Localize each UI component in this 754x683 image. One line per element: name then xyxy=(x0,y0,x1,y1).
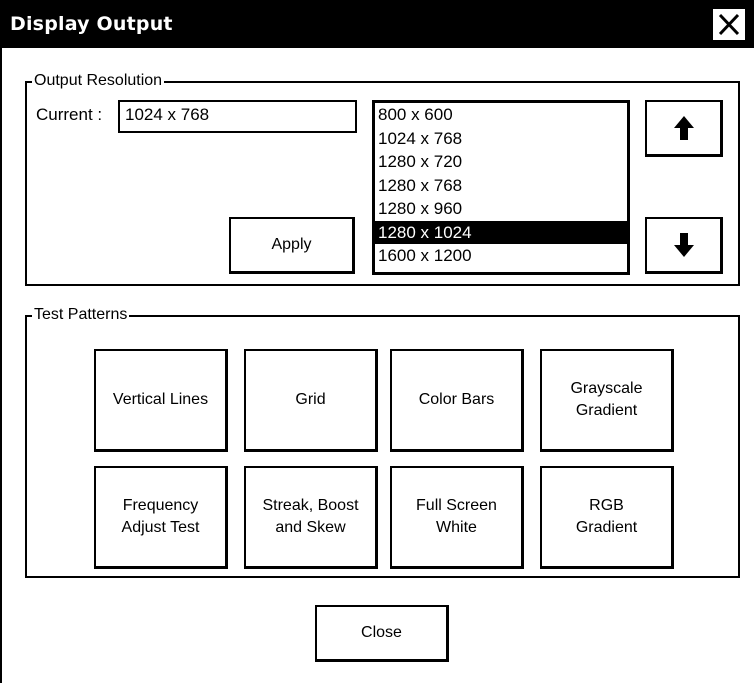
grid-button[interactable]: Grid xyxy=(244,349,378,452)
rgb-gradient-button[interactable]: RGB Gradient xyxy=(540,466,674,569)
close-window-button[interactable] xyxy=(712,8,746,41)
close-icon xyxy=(718,13,740,36)
streak-boost-skew-button[interactable]: Streak, Boost and Skew xyxy=(244,466,378,569)
test-patterns-legend: Test Patterns xyxy=(32,305,130,325)
resolution-list[interactable]: 800 x 600 1024 x 768 1280 x 720 1280 x 768 1… xyxy=(372,100,630,275)
grayscale-gradient-button[interactable]: Grayscale Gradient xyxy=(540,349,674,452)
resolution-option[interactable]: 1280 x 720 xyxy=(375,150,627,174)
color-bars-button[interactable]: Color Bars xyxy=(390,349,524,452)
move-up-button[interactable] xyxy=(645,100,723,157)
apply-button[interactable]: Apply xyxy=(229,217,355,274)
arrow-down-icon xyxy=(673,233,694,257)
arrow-up-icon xyxy=(673,116,694,140)
output-resolution-legend: Output Resolution xyxy=(32,71,165,91)
resolution-option[interactable]: 1280 x 768 xyxy=(375,174,627,198)
resolution-option[interactable]: 1280 x 960 xyxy=(375,197,627,221)
current-resolution-field[interactable]: 1024 x 768 xyxy=(118,100,357,133)
frequency-adjust-test-button[interactable]: Frequency Adjust Test xyxy=(94,466,228,569)
move-down-button[interactable] xyxy=(645,217,723,274)
vertical-lines-button[interactable]: Vertical Lines xyxy=(94,349,228,452)
window-title: Display Output xyxy=(10,13,173,35)
resolution-option[interactable]: 1600 x 1200 xyxy=(375,244,627,268)
current-resolution-label: Current : xyxy=(36,105,103,124)
resolution-option[interactable]: 1280 x 1024 xyxy=(375,220,627,244)
resolution-option[interactable]: 800 x 600 xyxy=(375,103,627,127)
full-screen-white-button[interactable]: Full Screen White xyxy=(390,466,524,569)
resolution-option[interactable]: 1024 x 768 xyxy=(375,127,627,151)
close-button[interactable]: Close xyxy=(315,605,449,662)
window-left-border xyxy=(0,48,2,683)
